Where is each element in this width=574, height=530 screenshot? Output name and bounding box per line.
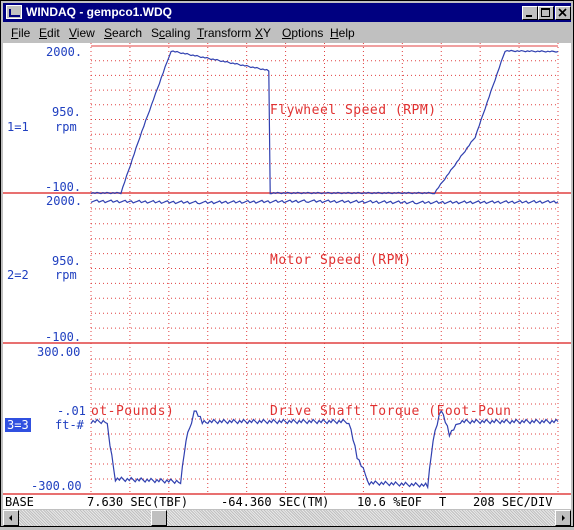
ch3-bottom-label: -300.00 xyxy=(31,479,82,493)
menu-transform[interactable]: Transform xyxy=(197,26,251,40)
maximize-button[interactable] xyxy=(538,6,554,20)
ch2-bottom-label: -100. xyxy=(45,330,82,344)
menu-scaling[interactable]: Scaling xyxy=(151,26,190,40)
ch3-title: Drive Shaft Torque (Foot-Poun xyxy=(270,404,512,419)
ch1-id[interactable]: 1=1 xyxy=(7,120,29,134)
status-tail: T xyxy=(439,495,447,509)
title-bar[interactable]: WINDAQ - gempco1.WDQ xyxy=(3,3,571,22)
waveform-display[interactable]: 2000. 950. 1=1 rpm -100. Flywheel Speed … xyxy=(3,43,571,495)
ch1-unit: rpm xyxy=(55,120,77,134)
menu-xy[interactable]: XY xyxy=(255,26,271,40)
status-tm: -64.360 SEC(TM) xyxy=(221,495,330,509)
ch3-id[interactable]: 3=3 xyxy=(5,418,31,432)
status-base: BASE xyxy=(5,495,34,509)
ch2-unit: rpm xyxy=(55,268,77,282)
app-icon[interactable] xyxy=(6,5,22,19)
ch2-id[interactable]: 2=2 xyxy=(7,268,29,282)
menu-bar: File Edit View Search Scaling Transform … xyxy=(3,23,571,42)
menu-options[interactable]: Options xyxy=(282,26,323,40)
scroll-left-button[interactable] xyxy=(3,510,19,526)
ch1-mid-label: 950. xyxy=(52,105,81,119)
ch2-top-label: 2000. xyxy=(46,194,83,208)
ch3-title-fragment: ot-Pounds) xyxy=(91,404,175,419)
ch1-title: Flywheel Speed (RPM) xyxy=(270,103,437,118)
close-icon xyxy=(558,8,567,17)
ch1-bottom-label: -100. xyxy=(45,180,82,194)
menu-file[interactable]: File xyxy=(11,26,30,40)
ch3-unit: ft-# xyxy=(55,418,84,432)
horizontal-scrollbar[interactable] xyxy=(3,510,571,526)
menu-view[interactable]: View xyxy=(69,26,95,40)
close-button[interactable] xyxy=(555,6,571,20)
status-tbf: 7.630 SEC(TBF) xyxy=(87,495,189,509)
scroll-right-button[interactable] xyxy=(555,510,571,526)
minimize-button[interactable] xyxy=(522,6,538,20)
ch3-mid-label: -.01 xyxy=(57,404,86,418)
window-title: WINDAQ - gempco1.WDQ xyxy=(26,5,172,19)
app-window: WINDAQ - gempco1.WDQ File Edit View Sear… xyxy=(0,0,574,527)
ch2-title: Motor Speed (RPM) xyxy=(270,253,412,268)
menu-search[interactable]: Search xyxy=(104,26,142,40)
maximize-icon xyxy=(541,8,550,17)
status-bar: BASE 7.630 SEC(TBF) -64.360 SEC(TM) 10.6… xyxy=(3,495,571,509)
scroll-thumb[interactable] xyxy=(151,510,167,526)
menu-help[interactable]: Help xyxy=(330,26,355,40)
arrow-left-icon xyxy=(9,515,12,521)
status-eof: 10.6 %EOF xyxy=(357,495,423,509)
minimize-icon xyxy=(526,15,532,17)
scroll-track[interactable] xyxy=(19,510,555,526)
status-div: 208 SEC/DIV xyxy=(473,495,553,509)
arrow-right-icon xyxy=(562,515,565,521)
ch2-mid-label: 950. xyxy=(52,254,81,268)
menu-edit[interactable]: Edit xyxy=(39,26,60,40)
ch3-top-label: 300.00 xyxy=(37,345,81,359)
ch1-top-label: 2000. xyxy=(46,45,83,59)
